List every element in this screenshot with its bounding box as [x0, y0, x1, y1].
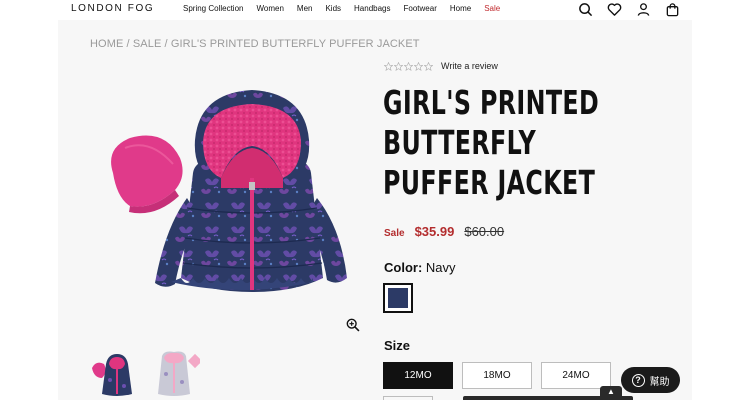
- size-button-18mo[interactable]: 18MO: [462, 362, 532, 389]
- product-thumbnails: [90, 350, 200, 396]
- thumbnail-grey[interactable]: [152, 350, 200, 396]
- sale-price: $35.99: [414, 224, 455, 239]
- swatch-fill: [388, 288, 408, 308]
- write-review-link[interactable]: Write a review: [441, 61, 498, 71]
- nav-kids[interactable]: Kids: [325, 4, 341, 13]
- color-swatch-navy[interactable]: [383, 283, 413, 313]
- star-icon: [414, 62, 423, 71]
- product-title-line: PUFFER JACKET: [383, 163, 596, 202]
- breadcrumb-home[interactable]: HOME: [90, 38, 123, 50]
- search-icon[interactable]: [578, 2, 593, 17]
- sale-label: Sale: [384, 228, 405, 239]
- size-button-12mo[interactable]: 12MO: [383, 362, 453, 389]
- thumbnail-navy[interactable]: [90, 350, 138, 396]
- nav-spring-collection[interactable]: Spring Collection: [183, 4, 243, 13]
- breadcrumb-separator: /: [123, 38, 133, 50]
- nav-home[interactable]: Home: [450, 4, 471, 13]
- nav-men[interactable]: Men: [297, 4, 313, 13]
- color-row: Color: Navy: [384, 260, 456, 275]
- jacket-graphic: [155, 90, 347, 292]
- star-icon: [384, 62, 393, 71]
- nav-women[interactable]: Women: [256, 4, 283, 13]
- brand-logo[interactable]: LONDON FOG: [71, 3, 154, 14]
- help-button[interactable]: ? 幫助: [621, 367, 680, 393]
- star-icon: [424, 62, 433, 71]
- color-label: Color:: [384, 260, 423, 275]
- product-title: GIRL'S PRINTED BUTTERFLY PUFFER JACKET: [383, 83, 600, 203]
- star-icon: [394, 62, 403, 71]
- site-header: LONDON FOG Spring Collection Women Men K…: [0, 0, 750, 20]
- breadcrumb-sale[interactable]: SALE: [133, 38, 162, 50]
- zoom-icon[interactable]: [346, 318, 360, 332]
- help-icon: ?: [631, 373, 645, 387]
- color-value: Navy: [425, 260, 456, 275]
- product-title-line: BUTTERFLY: [383, 123, 537, 162]
- size-label: Size: [384, 338, 411, 353]
- size-options: 12MO 18MO 24MO: [383, 362, 611, 389]
- help-label: 幫助: [649, 376, 670, 388]
- star-icon: [404, 62, 413, 71]
- rating-stars: [384, 62, 433, 71]
- bottom-bar: [463, 396, 633, 400]
- nav-footwear[interactable]: Footwear: [404, 4, 437, 13]
- size-button-24mo[interactable]: 24MO: [541, 362, 611, 389]
- breadcrumb: HOME / SALE / GIRL'S PRINTED BUTTERFLY P…: [90, 38, 420, 50]
- account-icon[interactable]: [636, 2, 651, 17]
- breadcrumb-current: GIRL'S PRINTED BUTTERFLY PUFFER JACKET: [170, 38, 420, 50]
- nav-sale[interactable]: Sale: [484, 4, 500, 13]
- product-main-image[interactable]: [95, 78, 365, 318]
- bag-icon[interactable]: [665, 2, 680, 17]
- nav-handbags[interactable]: Handbags: [354, 4, 390, 13]
- price-row: Sale $35.99 $60.00: [384, 224, 504, 239]
- breadcrumb-separator: /: [161, 38, 171, 50]
- hat-graphic: [111, 135, 183, 214]
- heart-icon[interactable]: [607, 2, 622, 17]
- header-icons: [578, 2, 680, 17]
- original-price: $60.00: [464, 224, 505, 239]
- product-title-line: GIRL'S PRINTED: [383, 83, 600, 122]
- main-nav: Spring Collection Women Men Kids Handbag…: [183, 4, 513, 13]
- size-button-partial[interactable]: [383, 396, 433, 400]
